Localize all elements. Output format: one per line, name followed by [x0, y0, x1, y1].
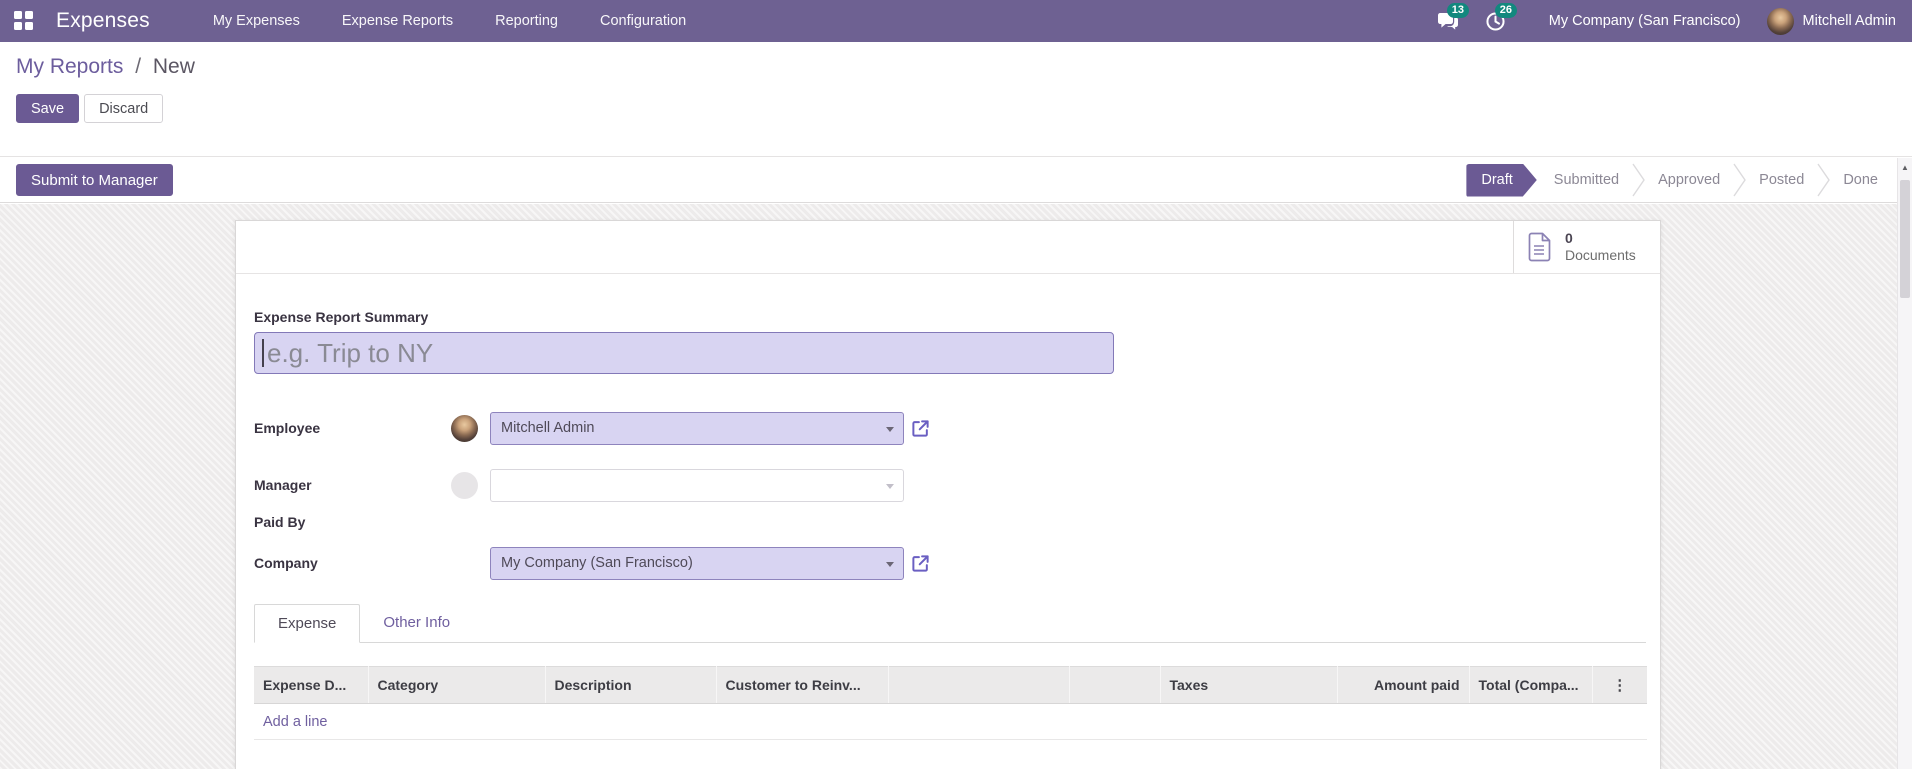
menu-my-expenses[interactable]: My Expenses — [192, 0, 321, 42]
company-value: My Company (San Francisco) — [501, 555, 693, 571]
status-step-submitted[interactable]: Submitted — [1554, 172, 1619, 188]
tab-expense[interactable]: Expense — [254, 604, 361, 643]
user-menu[interactable]: Mitchell Admin — [1803, 13, 1896, 29]
manager-select[interactable] — [490, 468, 904, 502]
document-icon — [1528, 232, 1553, 262]
col-customer-to-reinvoice: Customer to Reinv... — [716, 666, 889, 704]
manager-label: Manager — [254, 477, 312, 493]
status-step-done[interactable]: Done — [1843, 172, 1878, 188]
statusbar: Draft Submitted Approved Posted Done — [1466, 163, 1878, 197]
breadcrumb-my-reports[interactable]: My Reports — [16, 55, 123, 78]
col-blank-1 — [888, 666, 1070, 704]
breadcrumb-current: New — [152, 55, 195, 78]
tab-other-info[interactable]: Other Info — [360, 603, 473, 642]
dropdown-caret-icon — [886, 426, 894, 432]
user-avatar[interactable] — [1766, 7, 1794, 35]
col-total-company: Total (Compa... — [1469, 666, 1593, 704]
app-brand[interactable]: Expenses — [56, 9, 150, 33]
employee-value: Mitchell Admin — [501, 420, 595, 436]
control-panel: My Reports / New Save Discard — [0, 42, 1912, 157]
col-amount-paid: Amount paid — [1337, 666, 1470, 704]
expense-summary-input[interactable] — [254, 332, 1114, 374]
chevron-right-icon — [1817, 163, 1831, 197]
table-header-row: Expense D... Category Description Custom… — [254, 666, 1647, 704]
status-step-draft[interactable]: Draft — [1466, 164, 1536, 197]
discard-button[interactable]: Discard — [84, 94, 164, 123]
fields-group: Employee Mitchell Admin Manager Paid By … — [254, 411, 1646, 580]
field-row-manager: Manager — [254, 468, 1646, 502]
col-expense-date: Expense D... — [254, 666, 369, 704]
field-row-paid-by: Paid By — [254, 505, 1646, 539]
employee-label: Employee — [254, 420, 321, 436]
form-statusbar-row: Submit to Manager Draft Submitted Approv… — [0, 158, 1912, 203]
col-description: Description — [545, 666, 717, 704]
field-row-company: Company My Company (San Francisco) — [254, 546, 1646, 580]
dropdown-caret-icon — [886, 483, 894, 489]
activities-button[interactable]: 26 — [1479, 0, 1517, 42]
menu-reporting[interactable]: Reporting — [474, 0, 579, 42]
save-button[interactable]: Save — [16, 94, 80, 123]
breadcrumb: My Reports / New — [16, 55, 1896, 79]
column-options-icon[interactable]: ⋮ — [1592, 666, 1647, 704]
employee-select[interactable]: Mitchell Admin — [490, 411, 904, 445]
submit-to-manager-button[interactable]: Submit to Manager — [16, 164, 173, 196]
messages-count-badge: 13 — [1446, 3, 1469, 18]
breadcrumb-separator: / — [135, 55, 142, 78]
apps-grid-icon[interactable] — [14, 11, 34, 31]
activities-count-badge: 26 — [1494, 3, 1517, 18]
summary-field-label: Expense Report Summary — [254, 309, 429, 325]
add-line-row: Add a line — [254, 703, 1647, 740]
company-external-link-icon[interactable] — [911, 554, 930, 573]
menu-configuration[interactable]: Configuration — [579, 0, 707, 42]
employee-avatar — [451, 414, 478, 442]
status-step-approved[interactable]: Approved — [1658, 172, 1720, 188]
dropdown-caret-icon — [886, 561, 894, 567]
form-sheet: 0 Documents Expense Report Summary Emplo… — [235, 220, 1661, 769]
vertical-scrollbar[interactable]: ▲ — [1897, 158, 1912, 769]
chevron-right-icon — [1733, 163, 1747, 197]
field-row-employee: Employee Mitchell Admin — [254, 411, 1646, 445]
top-navbar: Expenses My Expenses Expense Reports Rep… — [0, 0, 1912, 42]
expense-lines-table: Expense D... Category Description Custom… — [254, 666, 1647, 740]
messages-button[interactable]: 13 — [1431, 0, 1469, 42]
company-label: Company — [254, 555, 318, 571]
documents-stat-button[interactable]: 0 Documents — [1513, 221, 1660, 273]
paid-by-label: Paid By — [254, 514, 306, 530]
text-cursor — [262, 339, 264, 367]
col-blank-2 — [1069, 666, 1161, 704]
company-select[interactable]: My Company (San Francisco) — [490, 546, 904, 580]
menu-expense-reports[interactable]: Expense Reports — [321, 0, 474, 42]
manager-avatar-placeholder — [451, 471, 478, 499]
status-step-posted[interactable]: Posted — [1759, 172, 1804, 188]
documents-count: 0 — [1565, 230, 1573, 246]
chevron-right-icon — [1632, 163, 1645, 197]
add-a-line-link[interactable]: Add a line — [263, 714, 328, 730]
notebook-tabs: Expense Other Info — [254, 604, 1646, 643]
company-switcher[interactable]: My Company (San Francisco) — [1549, 13, 1741, 29]
scrollbar-thumb[interactable] — [1900, 180, 1910, 298]
documents-label: Documents — [1565, 247, 1636, 263]
main-menu: My Expenses Expense Reports Reporting Co… — [192, 0, 707, 42]
employee-external-link-icon[interactable] — [911, 419, 930, 438]
form-view-background: 0 Documents Expense Report Summary Emplo… — [0, 204, 1912, 769]
scroll-up-icon[interactable]: ▲ — [1898, 158, 1912, 177]
col-category: Category — [368, 666, 546, 704]
col-taxes: Taxes — [1160, 666, 1338, 704]
